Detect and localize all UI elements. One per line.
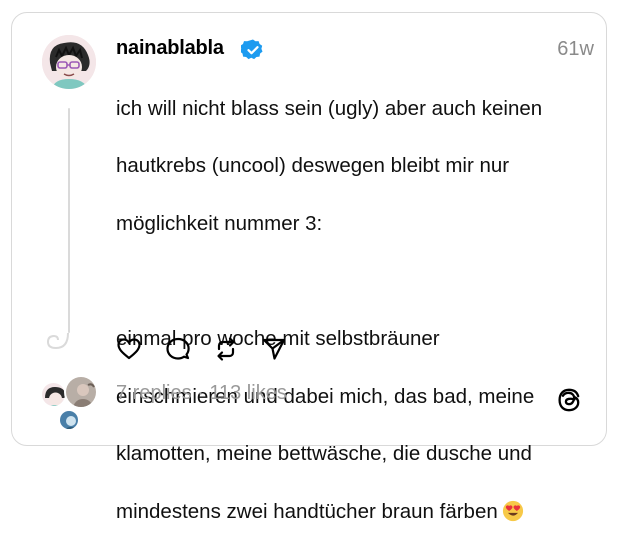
thread-curl — [46, 332, 69, 350]
post-line: mindestens zwei handtücher braun färben — [116, 499, 498, 523]
post-line: ich will nicht blass sein (ugly) aber au… — [116, 96, 543, 120]
reply-avatar[interactable] — [64, 375, 98, 409]
post-text: ich will nicht blass sein (ugly) aber au… — [116, 66, 596, 556]
share-icon[interactable] — [261, 336, 287, 362]
comment-icon[interactable] — [165, 336, 191, 362]
reply-avatar[interactable] — [40, 381, 67, 408]
heart-eyes-emoji-icon — [502, 500, 523, 522]
post-line: möglichkeit nummer 3: — [116, 211, 323, 235]
post-line: hautkrebs (uncool) deswegen bleibt mir n… — [116, 154, 510, 178]
author-avatar[interactable] — [42, 35, 96, 89]
repost-icon[interactable] — [213, 336, 239, 362]
post-line-blank — [116, 268, 596, 297]
post-line: klamotten, meine bettwäsche, die dusche … — [116, 442, 532, 466]
heart-icon[interactable] — [116, 336, 142, 362]
reply-avatar[interactable] — [58, 409, 80, 431]
replies-likes-count[interactable]: 7 replies · 113 likes — [116, 382, 287, 405]
timestamp[interactable]: 61w — [557, 38, 594, 61]
username[interactable]: nainablabla — [116, 37, 224, 60]
verified-badge-icon — [241, 39, 263, 60]
post-line-last: mindestens zwei handtücher braun färben — [116, 498, 596, 527]
threads-logo-icon[interactable] — [556, 387, 582, 413]
thread-line — [68, 108, 70, 333]
